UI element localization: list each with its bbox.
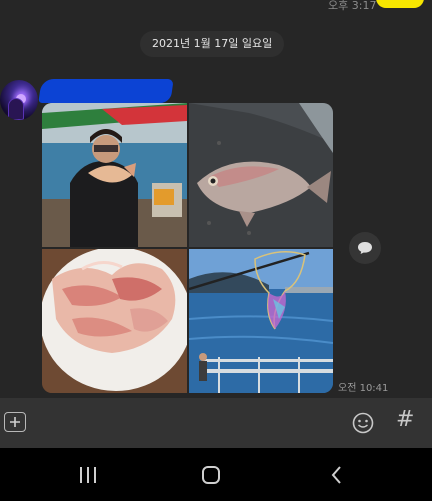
- photo-sliced-raw-fish-plate[interactable]: [42, 249, 187, 393]
- photo-sliced-raw-fish-plate-art: [42, 249, 187, 393]
- add-attachment-button[interactable]: [4, 412, 26, 432]
- photo-fishing-net-over-water-art: [189, 249, 333, 393]
- photo-fish-on-ground[interactable]: [189, 103, 333, 247]
- system-nav-bar: [0, 448, 432, 501]
- share-button[interactable]: [349, 232, 381, 264]
- date-divider: 2021년 1월 17일 일요일: [140, 31, 285, 57]
- plus-icon: [10, 417, 20, 427]
- hashtag-button[interactable]: #: [396, 407, 414, 432]
- speech-bubble-icon: [358, 242, 372, 254]
- back-icon: [331, 466, 341, 484]
- my-message-bubble[interactable]: [376, 0, 424, 8]
- photo-person-holding-fish-art: [42, 103, 187, 247]
- previous-message-time: 오후 3:17: [328, 0, 377, 12]
- sender-avatar[interactable]: [0, 80, 38, 120]
- recent-apps-button[interactable]: [80, 467, 96, 483]
- avatar-figure: [8, 98, 24, 120]
- message-time: 오전 10:41: [338, 383, 389, 394]
- photo-fishing-net-over-water[interactable]: [189, 249, 333, 393]
- home-button[interactable]: [202, 466, 220, 484]
- photo-fish-on-ground-art: [189, 103, 333, 247]
- recent-apps-icon-bar: [87, 467, 89, 483]
- sender-name-redacted: [38, 79, 174, 103]
- recent-apps-icon-bar: [94, 467, 96, 483]
- photo-person-holding-fish[interactable]: [42, 103, 187, 247]
- emoji-button[interactable]: [352, 412, 374, 434]
- message-input-bar: #: [0, 398, 432, 448]
- back-button[interactable]: [328, 465, 346, 485]
- recent-apps-icon: [80, 467, 82, 483]
- smiley-icon: [352, 412, 374, 434]
